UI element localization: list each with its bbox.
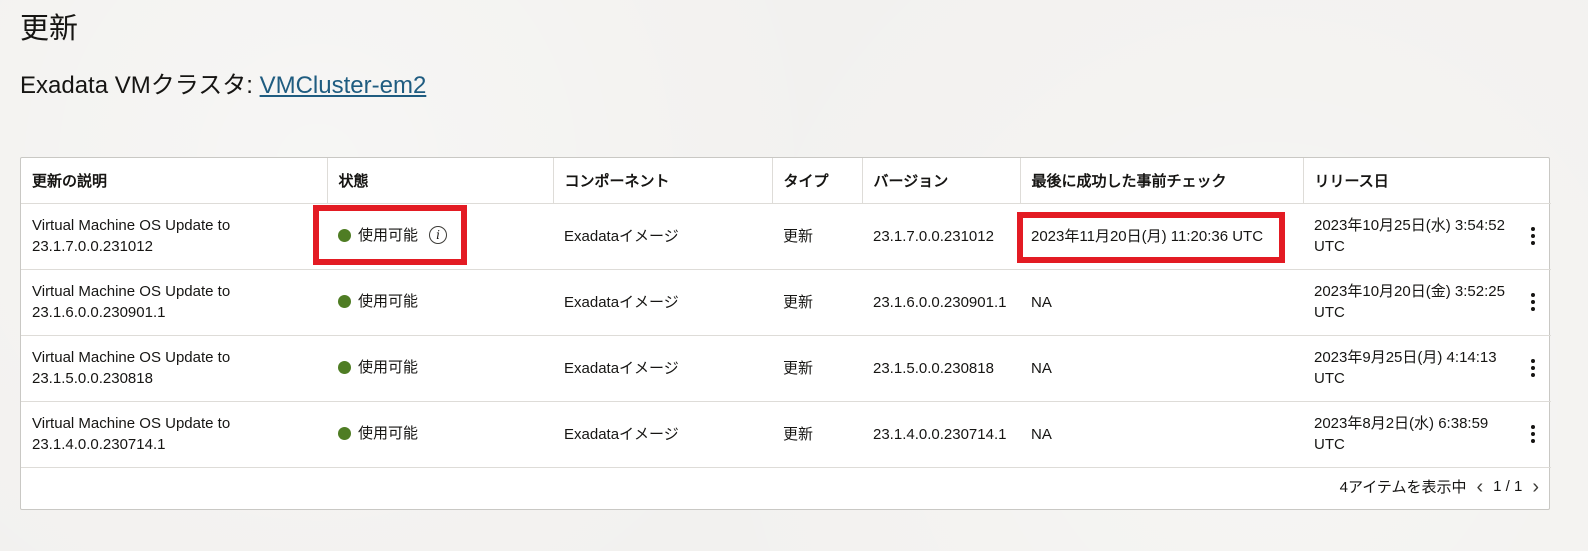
cell-version: 23.1.5.0.0.230818 bbox=[862, 335, 1020, 402]
status-available-icon bbox=[338, 228, 351, 242]
cell-release-date: 2023年8月2日(水) 6:38:59 UTC bbox=[1303, 401, 1551, 468]
row-actions-kebab-icon[interactable] bbox=[1526, 357, 1540, 379]
status-text: 使用可能 bbox=[358, 358, 419, 376]
cell-version: 23.1.7.0.0.231012 bbox=[862, 203, 1020, 270]
cell-status: 使用可能 i bbox=[327, 203, 553, 270]
column-header-last-precheck[interactable]: 最後に成功した事前チェック bbox=[1020, 158, 1304, 204]
table-row: Virtual Machine OS Update to 23.1.4.0.0.2… bbox=[21, 401, 1551, 468]
status-text: 使用可能 bbox=[358, 226, 419, 244]
cell-release-date: 2023年9月25日(月) 4:14:13 UTC bbox=[1303, 335, 1551, 402]
column-header-description[interactable]: 更新の説明 bbox=[21, 158, 328, 204]
page-title: 更新 bbox=[20, 13, 79, 45]
column-header-status[interactable]: 状態 bbox=[327, 158, 554, 204]
cell-component: Exadataイメージ bbox=[553, 401, 772, 468]
cell-type: 更新 bbox=[772, 335, 862, 402]
table-header-row: 更新の説明 状態 コンポーネント タイプ バージョン 最後に成功した事前チェック… bbox=[21, 158, 1551, 204]
cell-component: Exadataイメージ bbox=[553, 269, 772, 336]
cluster-label: Exadata VMクラスタ: bbox=[20, 72, 260, 99]
column-header-type[interactable]: タイプ bbox=[772, 158, 863, 204]
updates-table: 更新の説明 状態 コンポーネント タイプ バージョン 最後に成功した事前チェック… bbox=[21, 158, 1551, 468]
column-header-version[interactable]: バージョン bbox=[862, 158, 1021, 204]
cell-version: 23.1.4.0.0.230714.1 bbox=[862, 401, 1020, 468]
status-available-icon bbox=[338, 360, 351, 374]
page-indicator: 1 / 1 bbox=[1493, 478, 1523, 495]
cell-status: 使用可能 bbox=[327, 269, 553, 336]
cell-last-precheck: NA bbox=[1020, 269, 1303, 336]
cluster-subtitle: Exadata VMクラスタ: VMCluster-em2 bbox=[20, 70, 426, 102]
cell-description: Virtual Machine OS Update to 23.1.4.0.0.2… bbox=[21, 401, 327, 468]
status-available-icon bbox=[338, 426, 351, 440]
table-footer: 4アイテムを表示中 ‹ 1 / 1 › bbox=[1340, 476, 1539, 497]
status-available-icon bbox=[338, 294, 351, 308]
cell-status: 使用可能 bbox=[327, 401, 553, 468]
column-header-release-date[interactable]: リリース日 bbox=[1303, 158, 1551, 204]
updates-table-card: 更新の説明 状態 コンポーネント タイプ バージョン 最後に成功した事前チェック… bbox=[20, 157, 1551, 510]
chevron-right-icon[interactable]: › bbox=[1532, 477, 1539, 497]
cell-last-precheck: NA bbox=[1020, 401, 1303, 468]
row-actions-kebab-icon[interactable] bbox=[1526, 225, 1540, 247]
table-row: Virtual Machine OS Update to 23.1.6.0.0.2… bbox=[21, 269, 1551, 336]
row-actions-kebab-icon[interactable] bbox=[1526, 423, 1540, 445]
cell-version: 23.1.6.0.0.230901.1 bbox=[862, 269, 1020, 336]
cell-status: 使用可能 bbox=[327, 335, 553, 402]
cell-description: Virtual Machine OS Update to 23.1.6.0.0.2… bbox=[21, 269, 327, 336]
info-icon[interactable]: i bbox=[429, 226, 448, 244]
cell-last-precheck: NA bbox=[1020, 335, 1303, 402]
cell-type: 更新 bbox=[772, 269, 862, 336]
cell-type: 更新 bbox=[772, 401, 862, 468]
table-row: Virtual Machine OS Update to 23.1.5.0.0.2… bbox=[21, 335, 1551, 402]
table-row: Virtual Machine OS Update to 23.1.7.0.0.2… bbox=[21, 203, 1551, 270]
row-actions-kebab-icon[interactable] bbox=[1526, 291, 1540, 313]
items-count-text: 4アイテムを表示中 bbox=[1339, 479, 1467, 496]
status-text: 使用可能 bbox=[358, 424, 419, 442]
cluster-link[interactable]: VMCluster-em2 bbox=[260, 72, 427, 99]
chevron-left-icon[interactable]: ‹ bbox=[1476, 477, 1483, 497]
cell-last-precheck: 2023年11月20日(月) 11:20:36 UTC bbox=[1020, 203, 1303, 270]
cell-component: Exadataイメージ bbox=[553, 335, 772, 402]
cell-component: Exadataイメージ bbox=[553, 203, 772, 270]
cell-release-date: 2023年10月20日(金) 3:52:25 UTC bbox=[1303, 269, 1551, 336]
cell-release-date: 2023年10月25日(水) 3:54:52 UTC bbox=[1303, 203, 1551, 270]
column-header-component[interactable]: コンポーネント bbox=[553, 158, 773, 204]
cell-type: 更新 bbox=[772, 203, 862, 270]
cell-description: Virtual Machine OS Update to 23.1.5.0.0.2… bbox=[21, 335, 327, 402]
status-text: 使用可能 bbox=[358, 292, 419, 310]
cell-description: Virtual Machine OS Update to 23.1.7.0.0.2… bbox=[21, 203, 327, 270]
